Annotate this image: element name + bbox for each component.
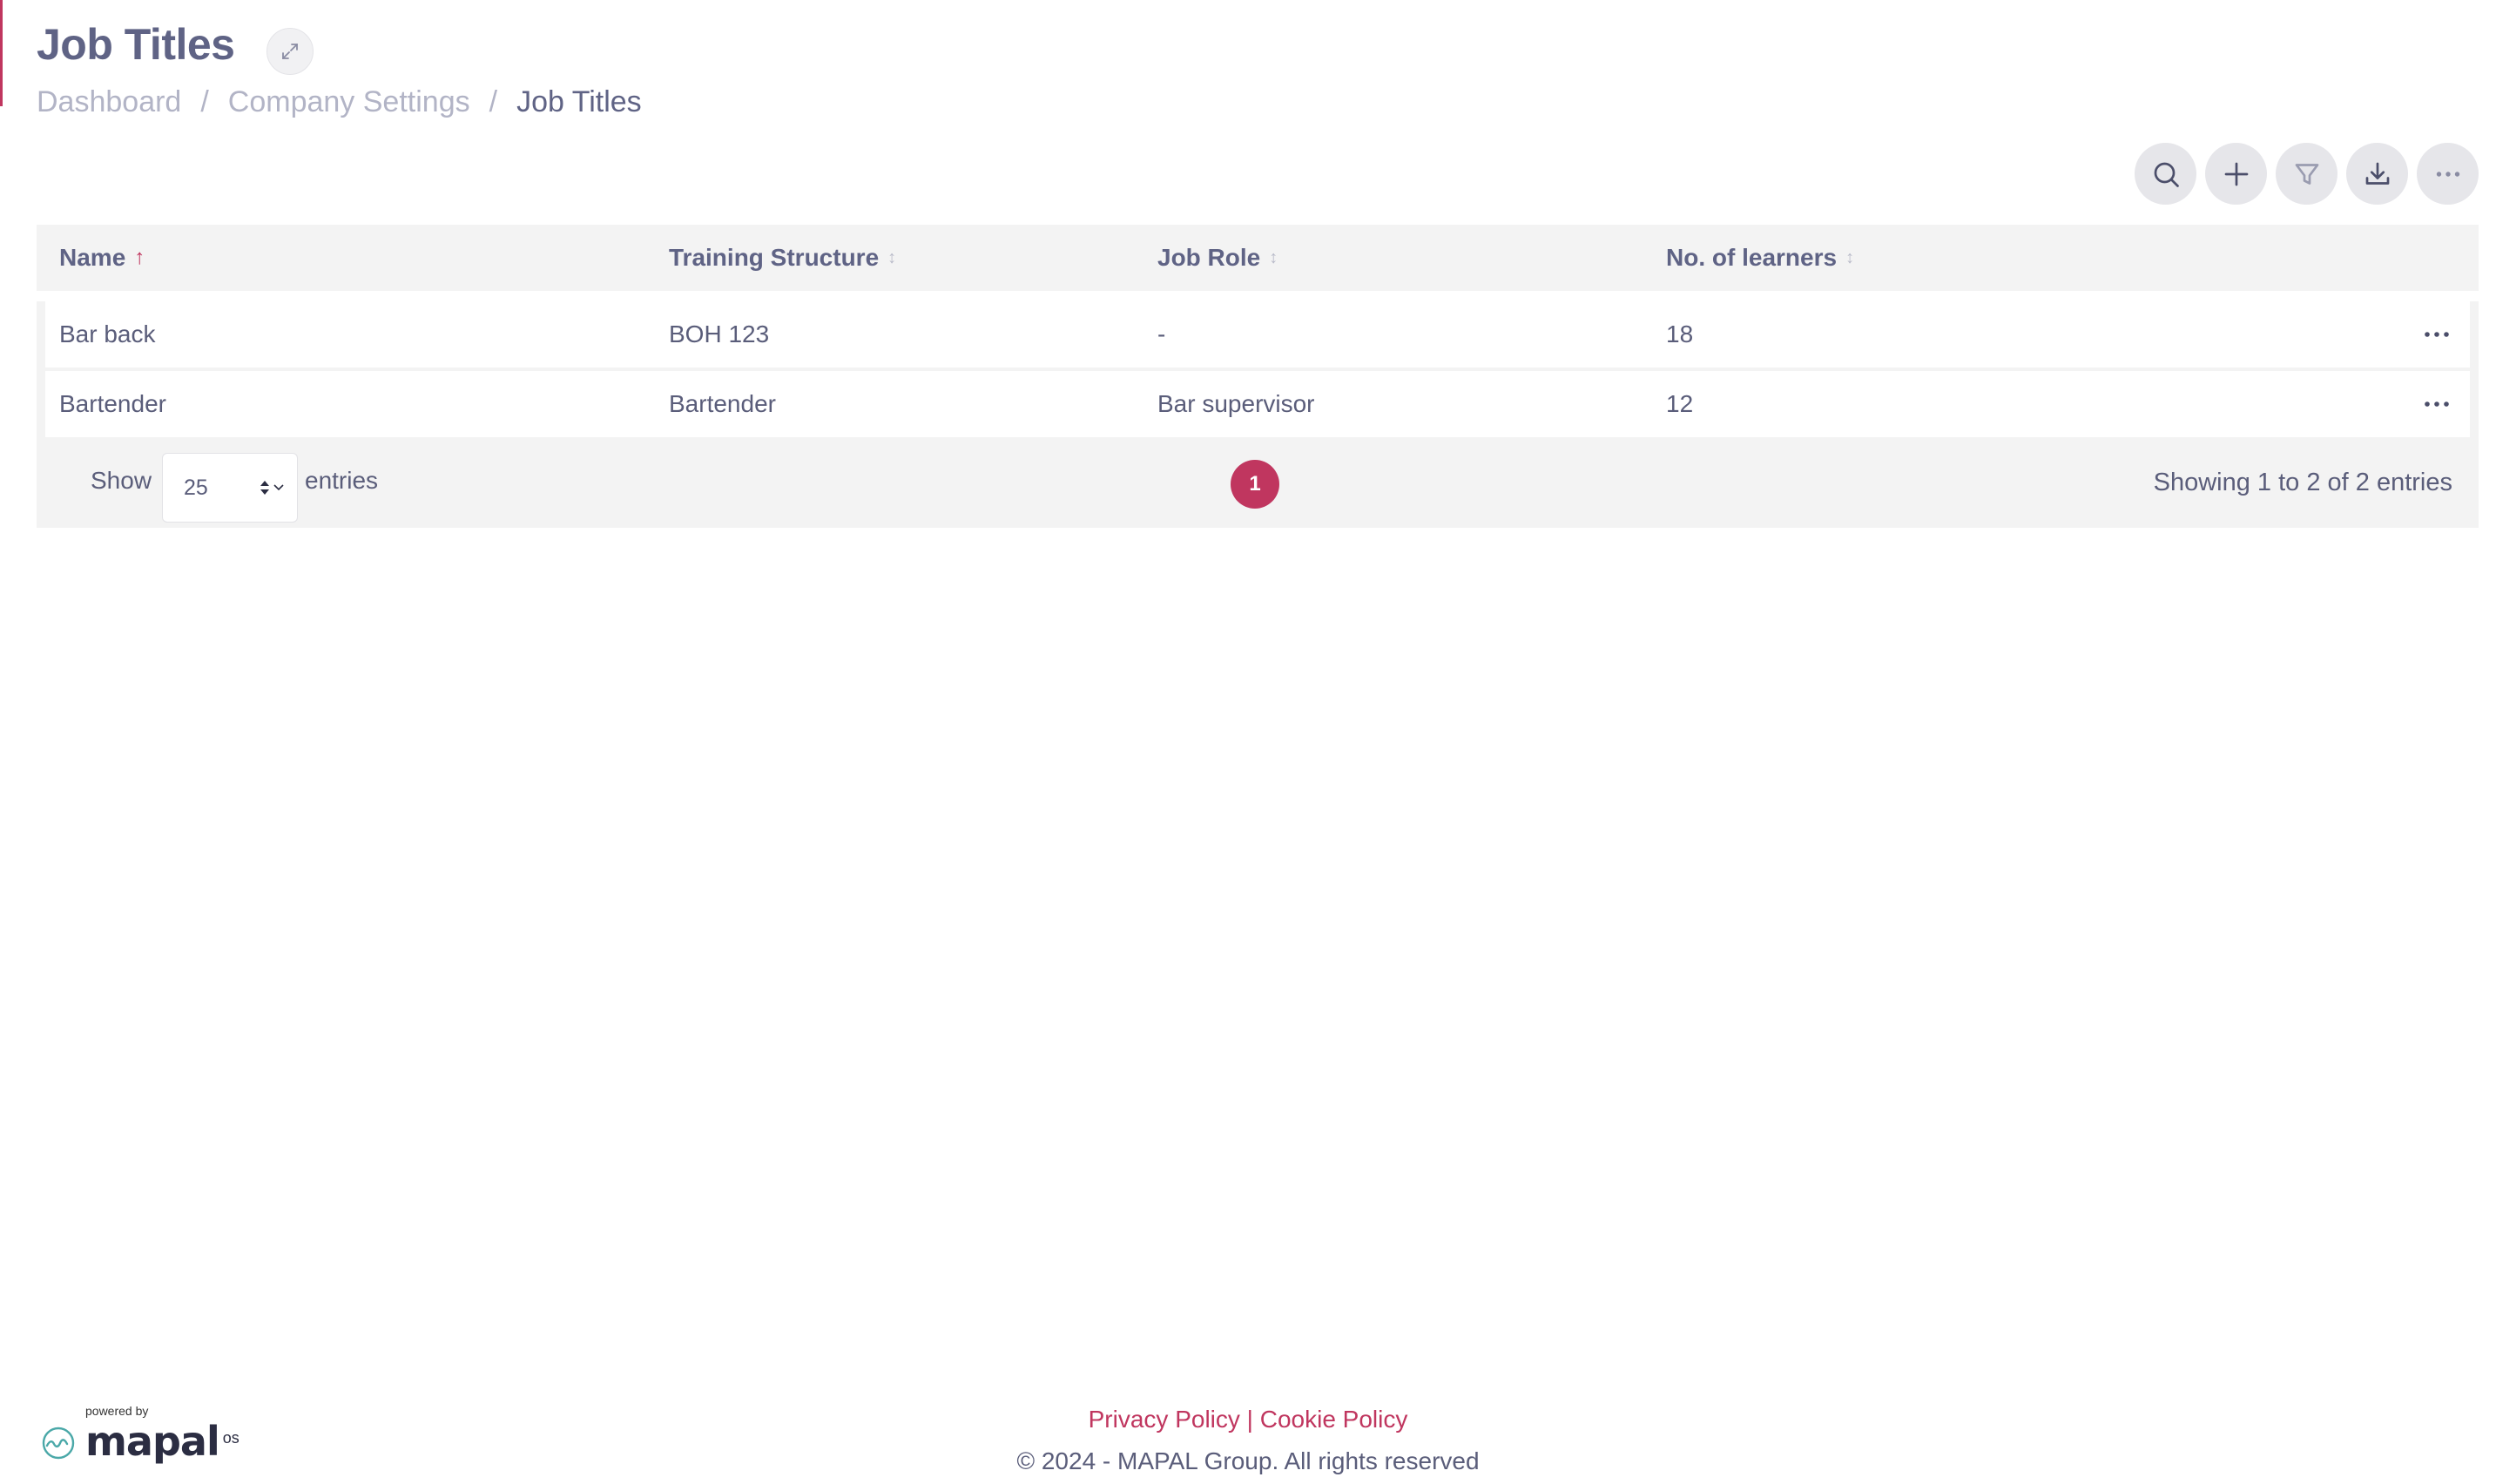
cell-training-structure: BOH 123 (669, 320, 770, 347)
column-header-label: No. of learners (1666, 244, 1838, 271)
sort-ascending-icon: ↑ (134, 246, 145, 269)
expand-icon (282, 44, 298, 59)
entries-label: entries (305, 467, 379, 494)
cell-training-structure: Bartender (669, 390, 776, 417)
download-icon (2365, 162, 2389, 185)
expand-button[interactable] (266, 28, 314, 75)
add-button[interactable] (2205, 143, 2267, 205)
entries-summary: Showing 1 to 2 of 2 entries (2153, 469, 2452, 496)
plus-icon (2224, 162, 2248, 186)
breadcrumb-separator: / (489, 85, 498, 118)
column-header-label: Name (59, 244, 126, 271)
accent-bar (0, 0, 3, 106)
sort-icon: ↕ (887, 247, 897, 267)
job-titles-table: Name ↑ Training Structure ↕ Job Role ↕ N… (37, 225, 2479, 528)
table-body: Bar back BOH 123 - 18 Bartender Bartende… (37, 301, 2479, 437)
more-icon (2425, 401, 2449, 407)
more-icon (2425, 332, 2449, 337)
cookie-policy-link[interactable]: Cookie Policy (1260, 1406, 1408, 1433)
filter-button[interactable] (2276, 143, 2337, 205)
breadcrumb-company-settings[interactable]: Company Settings (228, 85, 470, 119)
table-header: Name ↑ Training Structure ↕ Job Role ↕ N… (37, 225, 2479, 301)
cell-learners: 12 (1666, 390, 1694, 417)
select-arrows-icon (260, 481, 284, 495)
search-icon (2154, 162, 2179, 187)
row-actions-button[interactable] (2419, 392, 2454, 416)
row-actions-button[interactable] (2419, 322, 2454, 347)
breadcrumb: Dashboard / Company Settings / Job Title… (37, 85, 642, 119)
show-label: Show (91, 467, 152, 494)
column-header-job-role[interactable]: Job Role ↕ (1157, 244, 1278, 272)
cell-job-role: Bar supervisor (1157, 390, 1315, 417)
sort-icon: ↕ (1845, 247, 1855, 267)
breadcrumb-separator: / (200, 85, 209, 118)
column-header-name[interactable]: Name ↑ (59, 244, 145, 272)
pagination-page-1[interactable]: 1 (1231, 460, 1279, 509)
table-footer: Show 25 entries 1 Showing 1 to 2 of 2 en… (37, 441, 2479, 528)
download-button[interactable] (2346, 143, 2408, 205)
page-title: Job Titles (37, 20, 235, 69)
footer-divider: | (1246, 1406, 1253, 1433)
cell-name: Bar back (59, 320, 156, 347)
page-size-value: 25 (184, 475, 208, 500)
more-icon (2436, 171, 2459, 177)
cell-learners: 18 (1666, 320, 1694, 347)
sort-icon: ↕ (1269, 247, 1278, 267)
table-row[interactable]: Bar back BOH 123 - 18 (45, 301, 2470, 368)
breadcrumb-dashboard[interactable]: Dashboard (37, 85, 181, 119)
breadcrumb-current: Job Titles (516, 85, 642, 118)
search-button[interactable] (2135, 143, 2196, 205)
filter-icon (2295, 163, 2318, 185)
cell-name: Bartender (59, 390, 166, 417)
more-options-button[interactable] (2417, 143, 2479, 205)
privacy-policy-link[interactable]: Privacy Policy (1089, 1406, 1240, 1433)
copyright-text: © 2024 - MAPAL Group. All rights reserve… (1016, 1447, 1480, 1474)
column-header-training-structure[interactable]: Training Structure ↕ (669, 244, 896, 272)
table-row[interactable]: Bartender Bartender Bar supervisor 12 (45, 371, 2470, 437)
column-header-label: Job Role (1157, 244, 1261, 271)
cell-job-role: - (1157, 320, 1166, 347)
column-header-learners[interactable]: No. of learners ↕ (1666, 244, 1854, 272)
toolbar (2135, 143, 2479, 205)
column-header-label: Training Structure (669, 244, 880, 271)
page-size-select[interactable]: 25 (162, 453, 298, 523)
footer-links: Privacy Policy | Cookie Policy (0, 1406, 2496, 1433)
